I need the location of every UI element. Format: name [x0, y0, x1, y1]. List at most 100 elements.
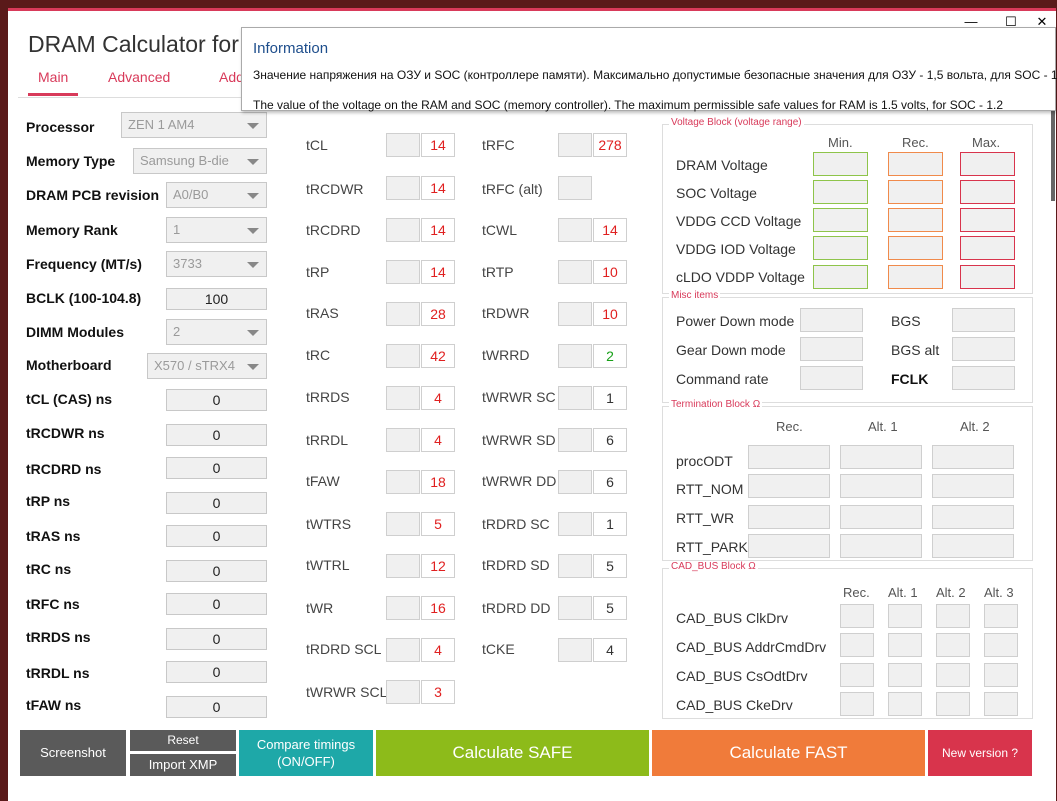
termination-field[interactable]	[932, 505, 1014, 529]
timing-input[interactable]	[386, 344, 420, 368]
ns-input[interactable]: 0	[166, 525, 267, 547]
timing-input[interactable]	[386, 680, 420, 704]
timing-input[interactable]	[558, 386, 592, 410]
voltage-min-field[interactable]	[813, 236, 868, 260]
cadbus-field[interactable]	[840, 604, 874, 628]
calculate-safe-button[interactable]: Calculate SAFE	[376, 730, 649, 776]
voltage-min-field[interactable]	[813, 180, 868, 204]
termination-field[interactable]	[748, 474, 830, 498]
cadbus-field[interactable]	[840, 692, 874, 716]
ns-input[interactable]: 0	[166, 560, 267, 582]
timing-input[interactable]	[386, 596, 420, 620]
ns-input[interactable]: 0	[166, 492, 267, 514]
timing-input[interactable]	[558, 512, 592, 536]
ns-input[interactable]: 0	[166, 661, 267, 683]
processor-select[interactable]: ZEN 1 AM4	[121, 112, 267, 138]
timing-input[interactable]	[558, 344, 592, 368]
voltage-max-field[interactable]	[960, 208, 1015, 232]
ns-input[interactable]: 0	[166, 389, 267, 411]
voltage-max-field[interactable]	[960, 180, 1015, 204]
termination-field[interactable]	[840, 505, 922, 529]
cadbus-field[interactable]	[888, 692, 922, 716]
voltage-max-field[interactable]	[960, 236, 1015, 260]
voltage-min-field[interactable]	[813, 152, 868, 176]
command-rate-field[interactable]	[800, 366, 863, 390]
cadbus-field[interactable]	[888, 633, 922, 657]
scrollbar[interactable]	[1051, 111, 1055, 201]
timing-input[interactable]	[558, 302, 592, 326]
voltage-min-field[interactable]	[813, 265, 868, 289]
timing-input[interactable]	[558, 133, 592, 157]
pcb-revision-select[interactable]: A0/B0	[166, 182, 267, 208]
timing-input[interactable]	[386, 428, 420, 452]
timing-input[interactable]	[386, 638, 420, 662]
reset-button[interactable]: Reset	[130, 730, 236, 751]
voltage-min-field[interactable]	[813, 208, 868, 232]
cadbus-field[interactable]	[936, 633, 970, 657]
bgs-alt-field[interactable]	[952, 337, 1015, 361]
cadbus-field[interactable]	[984, 692, 1018, 716]
timing-input[interactable]	[558, 218, 592, 242]
memory-type-select[interactable]: Samsung B-die	[133, 148, 267, 174]
termination-field[interactable]	[840, 474, 922, 498]
timing-input[interactable]	[386, 218, 420, 242]
termination-field[interactable]	[932, 534, 1014, 558]
termination-field[interactable]	[840, 445, 922, 469]
cadbus-field[interactable]	[984, 663, 1018, 687]
import-xmp-button[interactable]: Import XMP	[130, 754, 236, 776]
voltage-rec-field[interactable]	[888, 208, 943, 232]
cadbus-field[interactable]	[840, 663, 874, 687]
timing-input[interactable]	[558, 470, 592, 494]
ns-input[interactable]: 0	[166, 424, 267, 446]
voltage-max-field[interactable]	[960, 152, 1015, 176]
ns-input[interactable]: 0	[166, 457, 267, 479]
timing-input[interactable]	[558, 428, 592, 452]
termination-field[interactable]	[840, 534, 922, 558]
voltage-rec-field[interactable]	[888, 152, 943, 176]
motherboard-select[interactable]: X570 / sTRX4	[147, 353, 267, 379]
ns-input[interactable]: 0	[166, 696, 267, 718]
calculate-fast-button[interactable]: Calculate FAST	[652, 730, 925, 776]
frequency-select[interactable]: 3733	[166, 251, 267, 277]
timing-input[interactable]	[386, 512, 420, 536]
termination-field[interactable]	[748, 534, 830, 558]
timing-input[interactable]	[386, 386, 420, 410]
dimm-modules-select[interactable]: 2	[166, 319, 267, 345]
cadbus-field[interactable]	[936, 692, 970, 716]
termination-field[interactable]	[932, 474, 1014, 498]
bgs-field[interactable]	[952, 308, 1015, 332]
cadbus-field[interactable]	[984, 604, 1018, 628]
timing-input[interactable]	[386, 302, 420, 326]
power-down-field[interactable]	[800, 308, 863, 332]
timing-input[interactable]	[558, 176, 592, 200]
cadbus-field[interactable]	[840, 633, 874, 657]
timing-input[interactable]	[558, 596, 592, 620]
cadbus-field[interactable]	[888, 663, 922, 687]
timing-input[interactable]	[386, 470, 420, 494]
timing-input[interactable]	[558, 554, 592, 578]
timing-input[interactable]	[386, 554, 420, 578]
timing-input[interactable]	[558, 260, 592, 284]
tab-advanced[interactable]: Advanced	[108, 69, 170, 93]
screenshot-button[interactable]: Screenshot	[20, 730, 126, 776]
termination-field[interactable]	[748, 445, 830, 469]
bclk-input[interactable]: 100	[166, 288, 267, 310]
cadbus-field[interactable]	[888, 604, 922, 628]
voltage-rec-field[interactable]	[888, 180, 943, 204]
memory-rank-select[interactable]: 1	[166, 217, 267, 243]
fclk-field[interactable]	[952, 366, 1015, 390]
cadbus-field[interactable]	[936, 663, 970, 687]
timing-input[interactable]	[386, 176, 420, 200]
compare-timings-button[interactable]: Compare timings (ON/OFF)	[239, 730, 373, 776]
tab-main[interactable]: Main	[28, 69, 79, 96]
voltage-rec-field[interactable]	[888, 236, 943, 260]
new-version-button[interactable]: New version ?	[928, 730, 1032, 776]
timing-input[interactable]	[386, 133, 420, 157]
termination-field[interactable]	[748, 505, 830, 529]
voltage-rec-field[interactable]	[888, 265, 943, 289]
cadbus-field[interactable]	[984, 633, 1018, 657]
gear-down-field[interactable]	[800, 337, 863, 361]
cadbus-field[interactable]	[936, 604, 970, 628]
ns-input[interactable]: 0	[166, 628, 267, 650]
ns-input[interactable]: 0	[166, 593, 267, 615]
